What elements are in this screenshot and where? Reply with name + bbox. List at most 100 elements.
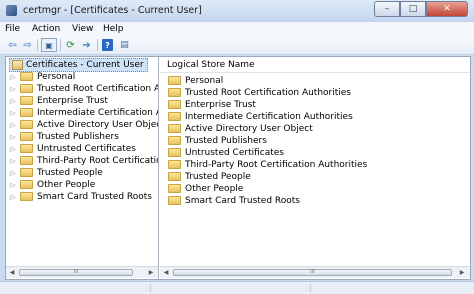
tree-item-untrusted[interactable]: ▷ Untrusted Certificates (6, 143, 137, 154)
list-item-label: Untrusted Certificates (185, 147, 284, 158)
folder-icon (168, 76, 181, 85)
list-horizontal-scrollbar[interactable]: ◀ III ▶ (160, 266, 470, 278)
tree-item-label: Other People (37, 179, 96, 190)
forward-arrow-icon[interactable]: ⇨ (21, 39, 34, 51)
folder-icon (168, 148, 181, 157)
back-arrow-icon[interactable]: ⇦ (6, 39, 19, 51)
list-item-trusted-people[interactable]: Trusted People (168, 171, 251, 182)
certificate-store-icon (12, 60, 23, 70)
scroll-left-arrow-icon[interactable]: ◀ (161, 268, 171, 278)
tree-item-third-party-root[interactable]: ▷ Third-Party Root Certification (6, 155, 159, 166)
tree-item-intermediate[interactable]: ▷ Intermediate Certification Au (6, 107, 159, 118)
folder-icon (168, 88, 181, 97)
title-bar[interactable]: certmgr - [Certificates - Current User] … (0, 0, 474, 22)
tree-item-label: Third-Party Root Certification (37, 155, 159, 166)
expand-arrow-icon[interactable]: ▷ (6, 133, 20, 141)
folder-icon (20, 72, 33, 81)
list-item-smart-card[interactable]: Smart Card Trusted Roots (168, 195, 300, 206)
list-item-label: Trusted Root Certification Authorities (185, 87, 351, 98)
folder-icon (20, 96, 33, 105)
scroll-left-arrow-icon[interactable]: ◀ (7, 268, 17, 278)
expand-arrow-icon[interactable]: ▷ (6, 145, 20, 153)
tree-item-enterprise-trust[interactable]: ▷ Enterprise Trust (6, 95, 108, 106)
export-list-icon[interactable]: ➔ (80, 39, 93, 51)
list-item-label: Intermediate Certification Authorities (185, 111, 353, 122)
expand-arrow-icon[interactable]: ▷ (6, 169, 20, 177)
tree-item-trusted-root[interactable]: ▷ Trusted Root Certification Au (6, 83, 159, 94)
list-item-untrusted[interactable]: Untrusted Certificates (168, 147, 284, 158)
maximize-button[interactable]: □ (400, 1, 426, 17)
folder-icon (20, 144, 33, 153)
tree-horizontal-scrollbar[interactable]: ◀ III ▶ (6, 266, 158, 278)
scroll-right-arrow-icon[interactable]: ▶ (457, 268, 467, 278)
tree-item-smart-card[interactable]: ▷ Smart Card Trusted Roots (6, 191, 153, 202)
tree-item-label: Intermediate Certification Au (37, 107, 159, 118)
list-item-label: Trusted Publishers (185, 135, 267, 146)
expand-arrow-icon[interactable]: ▷ (6, 109, 20, 117)
list-item-trusted-publishers[interactable]: Trusted Publishers (168, 135, 267, 146)
list-item-other-people[interactable]: Other People (168, 183, 243, 194)
tree-item-personal[interactable]: ▷ Personal (6, 71, 76, 82)
tree-item-label: Untrusted Certificates (37, 143, 136, 154)
folder-icon (20, 132, 33, 141)
expand-arrow-icon[interactable]: ▷ (6, 121, 20, 129)
folder-icon (168, 160, 181, 169)
list-item-trusted-root[interactable]: Trusted Root Certification Authorities (168, 87, 351, 98)
expand-arrow-icon[interactable]: ▷ (6, 157, 20, 165)
folder-icon (20, 84, 33, 93)
expand-arrow-icon[interactable]: ▷ (6, 97, 20, 105)
tree-item-trusted-publishers[interactable]: ▷ Trusted Publishers (6, 131, 119, 142)
caption-buttons: – □ ✕ (374, 1, 468, 18)
menu-view[interactable]: View (72, 24, 93, 34)
scroll-right-arrow-icon[interactable]: ▶ (146, 268, 156, 278)
folder-icon (168, 172, 181, 181)
expand-arrow-icon[interactable]: ▷ (6, 73, 20, 81)
list-item-personal[interactable]: Personal (168, 75, 223, 86)
folder-icon (20, 120, 33, 129)
list-item-label: Smart Card Trusted Roots (185, 195, 300, 206)
menu-help[interactable]: Help (103, 24, 124, 34)
tree-item-label: Smart Card Trusted Roots (37, 191, 152, 202)
list-item-label: Personal (185, 75, 224, 86)
expand-arrow-icon[interactable]: ▷ (6, 193, 20, 201)
properties-icon[interactable]: ▤ (118, 39, 131, 51)
store-list-pane: Logical Store Name Personal Trusted Root… (160, 57, 470, 279)
status-pane (0, 284, 151, 292)
tree-item-active-directory[interactable]: ▷ Active Directory User Object (6, 119, 159, 130)
refresh-icon[interactable]: ⟳ (64, 39, 77, 51)
list-item-label: Other People (185, 183, 244, 194)
tree-item-trusted-people[interactable]: ▷ Trusted People (6, 167, 103, 178)
tree-item-label: Active Directory User Object (37, 119, 159, 130)
minimize-button[interactable]: – (374, 1, 400, 17)
tree-item-label: Trusted People (37, 167, 103, 178)
folder-icon (168, 184, 181, 193)
list-item-label: Third-Party Root Certification Authoriti… (185, 159, 368, 170)
certmgr-app-icon[interactable] (6, 5, 17, 16)
tree-root-certificates-current-user[interactable]: Certificates - Current User (9, 58, 148, 72)
status-pane (150, 284, 311, 292)
expand-arrow-icon[interactable]: ▷ (6, 181, 20, 189)
list-item-active-directory[interactable]: Active Directory User Object (168, 123, 313, 134)
folder-icon (168, 112, 181, 121)
scrollbar-thumb[interactable]: III (173, 269, 452, 276)
folder-icon (168, 136, 181, 145)
list-item-intermediate[interactable]: Intermediate Certification Authorities (168, 111, 353, 122)
column-header-logical-store-name[interactable]: Logical Store Name (160, 57, 470, 73)
console-tree: Certificates - Current User ▷ Personal ▷… (6, 57, 159, 279)
status-bar (0, 281, 474, 294)
expand-arrow-icon[interactable]: ▷ (6, 85, 20, 93)
list-item-enterprise-trust[interactable]: Enterprise Trust (168, 99, 256, 110)
menu-file[interactable]: File (5, 24, 20, 34)
close-button[interactable]: ✕ (426, 1, 468, 17)
tree-root-label: Certificates - Current User (26, 60, 144, 70)
show-hide-console-tree-icon[interactable]: ▣ (41, 38, 57, 52)
toolbar-separator (97, 39, 98, 51)
toolbar-separator (60, 39, 61, 51)
help-icon[interactable]: ? (102, 39, 113, 51)
toolbar: ⇦ ⇨ ▣ ⟳ ➔ ? ▤ (0, 37, 474, 55)
scrollbar-thumb[interactable]: III (19, 269, 133, 276)
tree-item-other-people[interactable]: ▷ Other People (6, 179, 96, 190)
list-item-third-party-root[interactable]: Third-Party Root Certification Authoriti… (168, 159, 367, 170)
menu-action[interactable]: Action (32, 24, 60, 34)
folder-icon (168, 196, 181, 205)
